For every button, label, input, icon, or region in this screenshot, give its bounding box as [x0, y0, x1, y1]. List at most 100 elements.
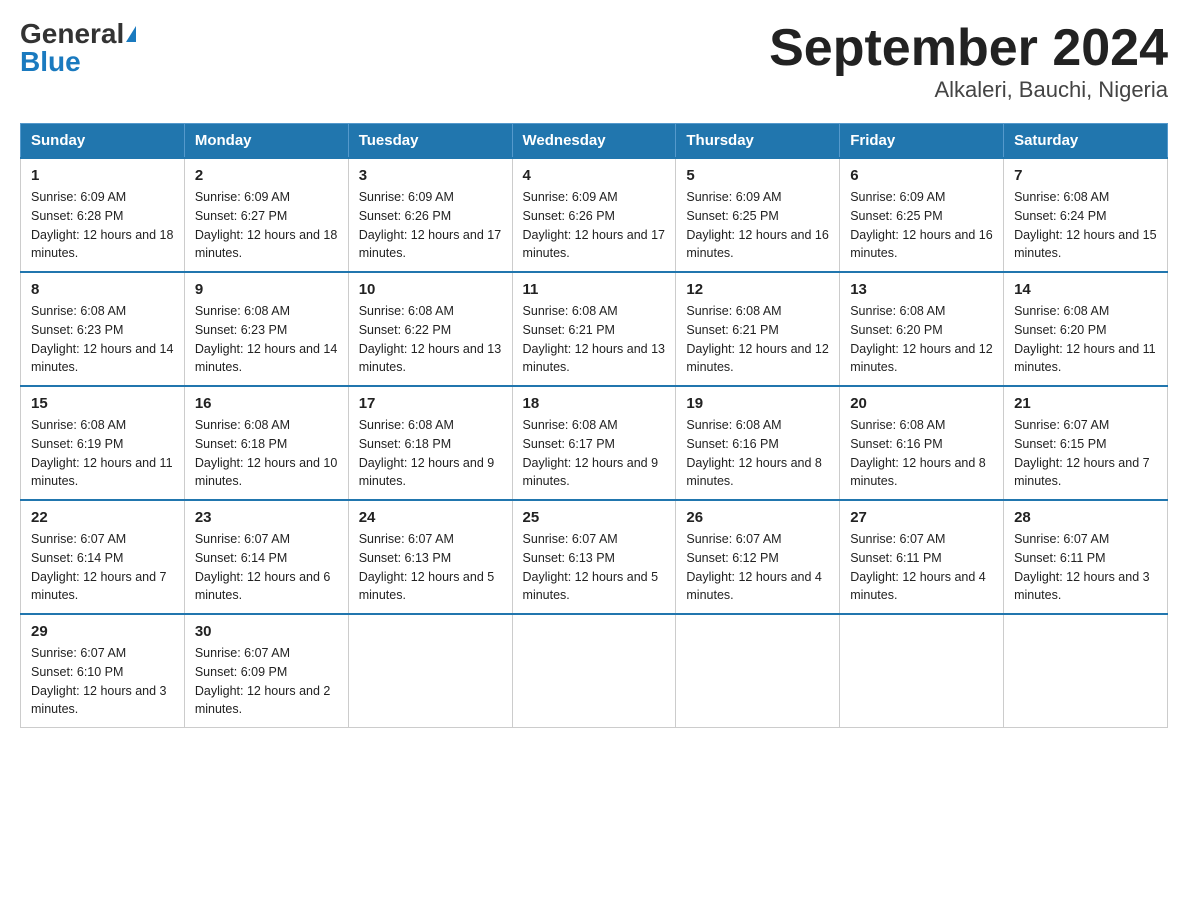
day-info: Sunrise: 6:08 AM Sunset: 6:19 PM Dayligh… — [31, 416, 174, 491]
day-info: Sunrise: 6:07 AM Sunset: 6:12 PM Dayligh… — [686, 530, 829, 605]
table-row: 7 Sunrise: 6:08 AM Sunset: 6:24 PM Dayli… — [1004, 158, 1168, 272]
table-row: 24 Sunrise: 6:07 AM Sunset: 6:13 PM Dayl… — [348, 500, 512, 614]
day-info: Sunrise: 6:08 AM Sunset: 6:24 PM Dayligh… — [1014, 188, 1157, 263]
day-number: 22 — [31, 509, 174, 526]
day-number: 12 — [686, 281, 829, 298]
table-row: 13 Sunrise: 6:08 AM Sunset: 6:20 PM Dayl… — [840, 272, 1004, 386]
day-info: Sunrise: 6:08 AM Sunset: 6:23 PM Dayligh… — [195, 302, 338, 377]
table-row — [840, 614, 1004, 728]
day-number: 19 — [686, 395, 829, 412]
title-block: September 2024 Alkaleri, Bauchi, Nigeria — [769, 20, 1168, 103]
calendar-week-row: 1 Sunrise: 6:09 AM Sunset: 6:28 PM Dayli… — [21, 158, 1168, 272]
header-friday: Friday — [840, 124, 1004, 159]
table-row: 14 Sunrise: 6:08 AM Sunset: 6:20 PM Dayl… — [1004, 272, 1168, 386]
day-number: 28 — [1014, 509, 1157, 526]
page-header: General Blue September 2024 Alkaleri, Ba… — [20, 20, 1168, 103]
table-row: 12 Sunrise: 6:08 AM Sunset: 6:21 PM Dayl… — [676, 272, 840, 386]
day-info: Sunrise: 6:08 AM Sunset: 6:18 PM Dayligh… — [359, 416, 502, 491]
day-info: Sunrise: 6:09 AM Sunset: 6:26 PM Dayligh… — [523, 188, 666, 263]
day-info: Sunrise: 6:07 AM Sunset: 6:11 PM Dayligh… — [850, 530, 993, 605]
day-info: Sunrise: 6:08 AM Sunset: 6:22 PM Dayligh… — [359, 302, 502, 377]
header-wednesday: Wednesday — [512, 124, 676, 159]
table-row — [1004, 614, 1168, 728]
day-info: Sunrise: 6:08 AM Sunset: 6:16 PM Dayligh… — [686, 416, 829, 491]
day-info: Sunrise: 6:07 AM Sunset: 6:14 PM Dayligh… — [195, 530, 338, 605]
header-saturday: Saturday — [1004, 124, 1168, 159]
day-number: 3 — [359, 167, 502, 184]
table-row: 22 Sunrise: 6:07 AM Sunset: 6:14 PM Dayl… — [21, 500, 185, 614]
day-info: Sunrise: 6:08 AM Sunset: 6:21 PM Dayligh… — [523, 302, 666, 377]
table-row: 29 Sunrise: 6:07 AM Sunset: 6:10 PM Dayl… — [21, 614, 185, 728]
day-info: Sunrise: 6:08 AM Sunset: 6:18 PM Dayligh… — [195, 416, 338, 491]
day-info: Sunrise: 6:09 AM Sunset: 6:28 PM Dayligh… — [31, 188, 174, 263]
day-number: 26 — [686, 509, 829, 526]
day-number: 2 — [195, 167, 338, 184]
table-row: 11 Sunrise: 6:08 AM Sunset: 6:21 PM Dayl… — [512, 272, 676, 386]
logo: General Blue — [20, 20, 136, 76]
day-info: Sunrise: 6:09 AM Sunset: 6:25 PM Dayligh… — [686, 188, 829, 263]
day-number: 20 — [850, 395, 993, 412]
day-number: 25 — [523, 509, 666, 526]
day-info: Sunrise: 6:09 AM Sunset: 6:27 PM Dayligh… — [195, 188, 338, 263]
table-row: 19 Sunrise: 6:08 AM Sunset: 6:16 PM Dayl… — [676, 386, 840, 500]
day-number: 6 — [850, 167, 993, 184]
calendar-table: Sunday Monday Tuesday Wednesday Thursday… — [20, 123, 1168, 728]
table-row: 27 Sunrise: 6:07 AM Sunset: 6:11 PM Dayl… — [840, 500, 1004, 614]
table-row: 25 Sunrise: 6:07 AM Sunset: 6:13 PM Dayl… — [512, 500, 676, 614]
day-info: Sunrise: 6:09 AM Sunset: 6:25 PM Dayligh… — [850, 188, 993, 263]
logo-general-text: General — [20, 20, 124, 48]
day-info: Sunrise: 6:07 AM Sunset: 6:14 PM Dayligh… — [31, 530, 174, 605]
day-number: 29 — [31, 623, 174, 640]
day-number: 1 — [31, 167, 174, 184]
table-row: 20 Sunrise: 6:08 AM Sunset: 6:16 PM Dayl… — [840, 386, 1004, 500]
calendar-header-row: Sunday Monday Tuesday Wednesday Thursday… — [21, 124, 1168, 159]
day-number: 23 — [195, 509, 338, 526]
table-row: 15 Sunrise: 6:08 AM Sunset: 6:19 PM Dayl… — [21, 386, 185, 500]
table-row: 16 Sunrise: 6:08 AM Sunset: 6:18 PM Dayl… — [184, 386, 348, 500]
calendar-week-row: 22 Sunrise: 6:07 AM Sunset: 6:14 PM Dayl… — [21, 500, 1168, 614]
table-row: 9 Sunrise: 6:08 AM Sunset: 6:23 PM Dayli… — [184, 272, 348, 386]
day-number: 9 — [195, 281, 338, 298]
day-info: Sunrise: 6:08 AM Sunset: 6:20 PM Dayligh… — [1014, 302, 1157, 377]
day-number: 27 — [850, 509, 993, 526]
header-thursday: Thursday — [676, 124, 840, 159]
header-tuesday: Tuesday — [348, 124, 512, 159]
table-row: 21 Sunrise: 6:07 AM Sunset: 6:15 PM Dayl… — [1004, 386, 1168, 500]
day-info: Sunrise: 6:08 AM Sunset: 6:17 PM Dayligh… — [523, 416, 666, 491]
day-info: Sunrise: 6:08 AM Sunset: 6:20 PM Dayligh… — [850, 302, 993, 377]
table-row: 8 Sunrise: 6:08 AM Sunset: 6:23 PM Dayli… — [21, 272, 185, 386]
day-number: 17 — [359, 395, 502, 412]
day-info: Sunrise: 6:07 AM Sunset: 6:15 PM Dayligh… — [1014, 416, 1157, 491]
day-number: 15 — [31, 395, 174, 412]
day-info: Sunrise: 6:07 AM Sunset: 6:09 PM Dayligh… — [195, 644, 338, 719]
calendar-week-row: 15 Sunrise: 6:08 AM Sunset: 6:19 PM Dayl… — [21, 386, 1168, 500]
day-number: 14 — [1014, 281, 1157, 298]
table-row: 18 Sunrise: 6:08 AM Sunset: 6:17 PM Dayl… — [512, 386, 676, 500]
day-number: 11 — [523, 281, 666, 298]
day-number: 16 — [195, 395, 338, 412]
logo-triangle-icon — [126, 26, 136, 42]
table-row: 17 Sunrise: 6:08 AM Sunset: 6:18 PM Dayl… — [348, 386, 512, 500]
table-row: 30 Sunrise: 6:07 AM Sunset: 6:09 PM Dayl… — [184, 614, 348, 728]
day-number: 5 — [686, 167, 829, 184]
table-row: 10 Sunrise: 6:08 AM Sunset: 6:22 PM Dayl… — [348, 272, 512, 386]
day-number: 13 — [850, 281, 993, 298]
header-monday: Monday — [184, 124, 348, 159]
table-row: 5 Sunrise: 6:09 AM Sunset: 6:25 PM Dayli… — [676, 158, 840, 272]
calendar-title: September 2024 — [769, 20, 1168, 77]
calendar-week-row: 8 Sunrise: 6:08 AM Sunset: 6:23 PM Dayli… — [21, 272, 1168, 386]
table-row — [512, 614, 676, 728]
table-row: 28 Sunrise: 6:07 AM Sunset: 6:11 PM Dayl… — [1004, 500, 1168, 614]
day-number: 4 — [523, 167, 666, 184]
calendar-week-row: 29 Sunrise: 6:07 AM Sunset: 6:10 PM Dayl… — [21, 614, 1168, 728]
header-sunday: Sunday — [21, 124, 185, 159]
day-info: Sunrise: 6:08 AM Sunset: 6:16 PM Dayligh… — [850, 416, 993, 491]
table-row: 3 Sunrise: 6:09 AM Sunset: 6:26 PM Dayli… — [348, 158, 512, 272]
table-row: 6 Sunrise: 6:09 AM Sunset: 6:25 PM Dayli… — [840, 158, 1004, 272]
table-row — [676, 614, 840, 728]
table-row — [348, 614, 512, 728]
table-row: 23 Sunrise: 6:07 AM Sunset: 6:14 PM Dayl… — [184, 500, 348, 614]
day-info: Sunrise: 6:08 AM Sunset: 6:23 PM Dayligh… — [31, 302, 174, 377]
day-number: 30 — [195, 623, 338, 640]
day-info: Sunrise: 6:07 AM Sunset: 6:10 PM Dayligh… — [31, 644, 174, 719]
